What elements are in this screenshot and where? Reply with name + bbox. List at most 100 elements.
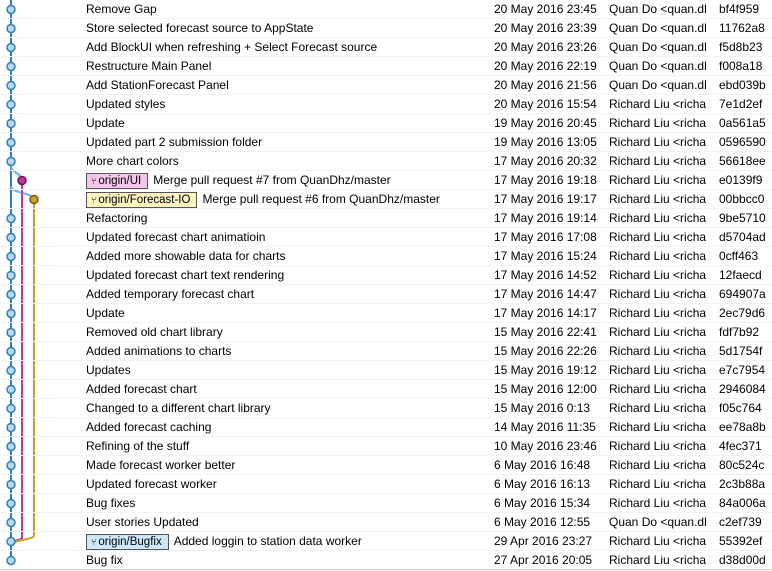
commit-row[interactable]: Removed old chart library 15 May 2016 22:… [0, 323, 772, 342]
commit-message-cell: Remove Gap [86, 0, 490, 19]
commit-date: 20 May 2016 23:26 [494, 40, 597, 54]
commit-message: Update [86, 306, 125, 320]
commit-date: 17 May 2016 14:52 [494, 268, 597, 282]
commit-hash: 2c3b88a [719, 477, 766, 491]
commit-row[interactable]: Refining of the stuff 10 May 2016 23:46 Ri… [0, 437, 772, 456]
commit-row[interactable]: Store selected forecast source to AppSta… [0, 19, 772, 38]
commit-hash: 4fec371 [719, 439, 762, 453]
commit-message-cell: Added forecast caching [86, 418, 490, 437]
commit-row[interactable]: Update 19 May 2016 20:45 Richard Liu <rich… [0, 114, 772, 133]
commit-row[interactable]: Added more showable data for charts 17 Ma… [0, 247, 772, 266]
commit-author: Richard Liu <richa [609, 116, 707, 130]
commit-log: Remove Gap 20 May 2016 23:45 Quan Do <quan… [0, 0, 772, 571]
commit-message-cell: Updated forecast chart text rendering [86, 266, 490, 285]
commit-message-cell: Bug fixes [86, 494, 490, 513]
commit-date: 17 May 2016 14:47 [494, 287, 597, 301]
commit-date: 6 May 2016 15:34 [494, 496, 591, 510]
commit-hash: f008a18 [719, 59, 763, 73]
commit-row[interactable]: More chart colors 17 May 2016 20:32 Richar… [0, 152, 772, 171]
commit-date: 20 May 2016 21:56 [494, 78, 597, 92]
branch-label[interactable]: ⑂ origin/Bugfix [86, 534, 169, 550]
commit-hash: 11762a8 [719, 21, 765, 35]
commit-hash: 12faecd [719, 268, 762, 282]
commit-date: 20 May 2016 23:39 [494, 21, 597, 35]
commit-row[interactable]: Restructure Main Panel 20 May 2016 22:19 Q… [0, 57, 772, 76]
commit-row[interactable]: Updated part 2 submission folder 19 May 2… [0, 133, 772, 152]
commit-date: 6 May 2016 16:13 [494, 477, 591, 491]
commit-hash: d5704ad [719, 230, 766, 244]
commit-row[interactable]: Added animations to charts 15 May 2016 22… [0, 342, 772, 361]
commit-message: Refining of the stuff [86, 439, 190, 453]
commit-date: 17 May 2016 14:17 [494, 306, 597, 320]
commit-message-cell: Updated forecast chart animatioin [86, 228, 490, 247]
commit-message: Remove Gap [86, 2, 157, 16]
commit-message: Updated forecast chart animatioin [86, 230, 266, 244]
commit-author: Richard Liu <richa [609, 135, 707, 149]
commit-hash: bf4f959 [719, 2, 760, 16]
commit-row[interactable]: Made forecast worker better 6 May 2016 16… [0, 456, 772, 475]
commit-author: Quan Do <quan.dl [609, 59, 707, 73]
commit-row[interactable]: Remove Gap 20 May 2016 23:45 Quan Do <quan… [0, 0, 772, 19]
commit-hash: fdf7b92 [719, 325, 760, 339]
commit-row[interactable]: ⑂ origin/Forecast-IO Merge pull request #6… [0, 190, 772, 209]
commit-row[interactable]: Bug fix 27 Apr 2016 20:05 Richard Liu <ric… [0, 551, 772, 570]
commit-hash: f5d8b23 [719, 40, 763, 54]
branch-icon: ⑂ [91, 195, 97, 205]
commit-author: Richard Liu <richa [609, 287, 707, 301]
commit-row[interactable]: Refactoring 17 May 2016 19:14 Richard Liu … [0, 209, 772, 228]
commit-author: Richard Liu <richa [609, 268, 707, 282]
commit-row[interactable]: Updated forecast chart text rendering 17 … [0, 266, 772, 285]
commit-author: Richard Liu <richa [609, 97, 707, 111]
commit-hash: f05c764 [719, 401, 762, 415]
commit-row[interactable]: Updated forecast chart animatioin 17 May … [0, 228, 772, 247]
commit-row[interactable]: Add StationForecast Panel 20 May 2016 21:… [0, 76, 772, 95]
commit-message-cell: Added forecast chart [86, 380, 490, 399]
commit-author: Quan Do <quan.dl [609, 515, 707, 529]
commit-row[interactable]: Added forecast chart 15 May 2016 12:00 Ric… [0, 380, 772, 399]
commit-author: Quan Do <quan.dl [609, 40, 707, 54]
commit-message: Refactoring [86, 211, 148, 225]
commit-row[interactable]: Updates 15 May 2016 19:12 Richard Liu <ric… [0, 361, 772, 380]
commit-hash: 56618ee [719, 154, 766, 168]
commit-row[interactable]: User stories Updated 6 May 2016 12:55 Quan… [0, 513, 772, 532]
commit-row[interactable]: Updated forecast worker 6 May 2016 16:13 R… [0, 475, 772, 494]
commit-row[interactable]: Added forecast caching 14 May 2016 11:35 R… [0, 418, 772, 437]
commit-hash: 84a006a [719, 496, 766, 510]
commit-row[interactable]: Added temporary forecast chart 17 May 201… [0, 285, 772, 304]
commit-hash: 694907a [719, 287, 766, 301]
commit-hash: 9be5710 [719, 211, 766, 225]
commit-date: 17 May 2016 15:24 [494, 249, 597, 263]
commit-row[interactable]: Changed to a different chart library 15 M… [0, 399, 772, 418]
commit-message: Made forecast worker better [86, 458, 236, 472]
commit-row[interactable]: ⑂ origin/Bugfix Added loggin to station da… [0, 532, 772, 551]
commit-date: 20 May 2016 23:45 [494, 2, 597, 16]
commit-message-cell: Added temporary forecast chart [86, 285, 490, 304]
commit-hash: 0596590 [719, 135, 766, 149]
commit-message: Added loggin to station data worker [173, 534, 362, 548]
commit-date: 17 May 2016 17:08 [494, 230, 597, 244]
commit-row[interactable]: Updated styles 20 May 2016 15:54 Richard L… [0, 95, 772, 114]
commit-date: 19 May 2016 20:45 [494, 116, 597, 130]
commit-row[interactable]: ⑂ origin/UI Merge pull request #7 from Qua… [0, 171, 772, 190]
commit-hash: e0139f9 [719, 173, 763, 187]
commit-date: 17 May 2016 20:32 [494, 154, 597, 168]
commit-row[interactable]: Bug fixes 6 May 2016 15:34 Richard Liu <ri… [0, 494, 772, 513]
commit-date: 17 May 2016 19:18 [494, 173, 597, 187]
commit-hash: 2946084 [719, 382, 766, 396]
commit-date: 15 May 2016 12:00 [494, 382, 597, 396]
commit-author: Quan Do <quan.dl [609, 21, 707, 35]
branch-label-text: origin/UI [98, 175, 142, 187]
commit-message-cell: Updated forecast worker [86, 475, 490, 494]
commit-date: 20 May 2016 22:19 [494, 59, 597, 73]
commit-author: Richard Liu <richa [609, 553, 707, 567]
branch-label[interactable]: ⑂ origin/Forecast-IO [86, 192, 198, 208]
commit-author: Richard Liu <richa [609, 173, 707, 187]
commit-message-cell: Changed to a different chart library [86, 399, 490, 418]
commit-row[interactable]: Add BlockUI when refreshing + Select For… [0, 38, 772, 57]
commit-message-cell: ⑂ origin/UI Merge pull request #7 from Qua… [86, 171, 490, 190]
commit-author: Richard Liu <richa [609, 249, 707, 263]
commit-hash: 0a561a5 [719, 116, 766, 130]
branch-label[interactable]: ⑂ origin/UI [86, 173, 149, 189]
commit-message-cell: ⑂ origin/Bugfix Added loggin to station da… [86, 532, 490, 551]
commit-row[interactable]: Update 17 May 2016 14:17 Richard Liu <rich… [0, 304, 772, 323]
